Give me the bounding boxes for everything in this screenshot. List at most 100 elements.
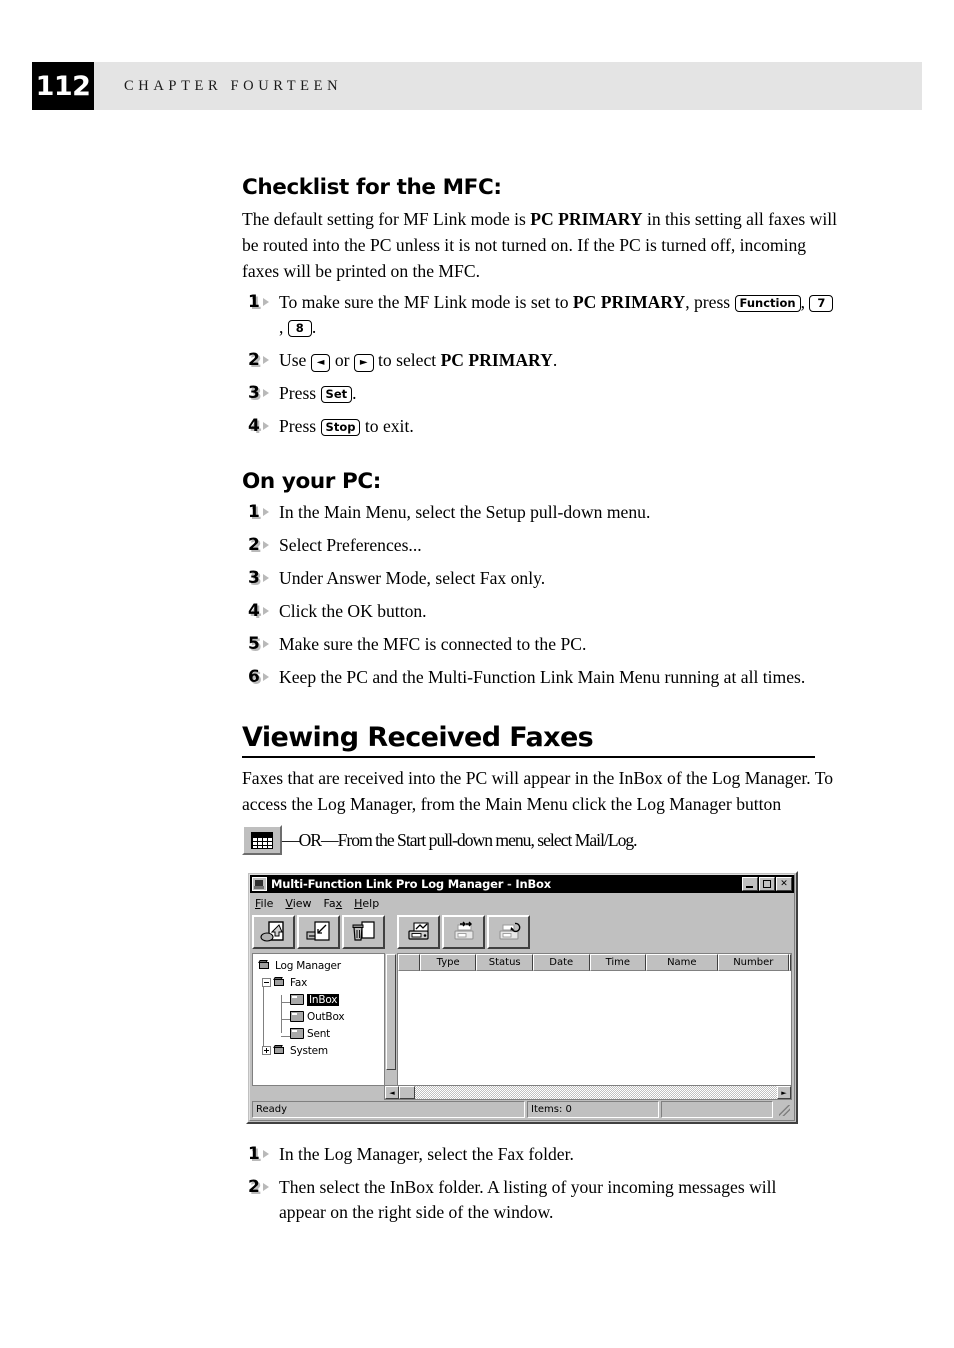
window-title-separator: - — [503, 877, 516, 891]
on-your-pc-steps: 1 In the Main Menu, select the Setup pull… — [242, 500, 842, 690]
maximize-button[interactable] — [759, 877, 775, 891]
horizontal-scrollbar[interactable]: ◄ ► — [384, 1085, 792, 1100]
horizontal-scrollbar-track[interactable] — [415, 1086, 777, 1099]
status-message: Ready — [252, 1101, 525, 1118]
menu-file[interactable]: File — [255, 897, 273, 910]
forward-fax-button[interactable] — [442, 915, 485, 949]
list-item: 1 In the Log Manager, select the Fax fold… — [242, 1142, 842, 1167]
window-title-main: Multi-Function Link Pro Log Manager — [271, 877, 504, 891]
step-text-a: To make sure the MF Link mode is set to — [279, 292, 573, 312]
step-number: 2 — [248, 533, 269, 558]
column-header-name[interactable]: Name — [646, 954, 718, 971]
tree-item-outbox[interactable]: OutBox — [256, 1008, 384, 1025]
send-fax-icon — [407, 922, 429, 940]
delete-fax-button[interactable] — [342, 915, 385, 949]
open-fax-button[interactable] — [252, 915, 295, 949]
tree-item-fax[interactable]: Fax — [256, 974, 384, 991]
tree-item-sent[interactable]: Sent — [256, 1025, 384, 1042]
step-number: 2 — [248, 1175, 269, 1200]
list-column-headers: Type Status Date Time Name Number — [398, 954, 791, 971]
scroll-left-button[interactable]: ◄ — [385, 1086, 399, 1099]
tree-item-label: OutBox — [307, 1010, 345, 1023]
step-text: In the Main Menu, select the Setup pull-… — [279, 502, 651, 522]
column-header-status[interactable]: Status — [476, 954, 533, 971]
page-content: Checklist for the MFC: The default setti… — [242, 175, 842, 855]
folder-icon — [290, 1011, 304, 1022]
tree-item-log-manager[interactable]: Log Manager — [256, 957, 384, 974]
step-sep-1: , — [800, 292, 810, 312]
resend-fax-icon — [498, 922, 520, 940]
resend-fax-button[interactable] — [487, 915, 530, 949]
statusbar: Ready Items: 0 — [252, 1101, 792, 1118]
message-list-rows[interactable] — [398, 971, 791, 1085]
column-header-number[interactable]: Number — [717, 954, 789, 971]
menu-file-post: ile — [260, 897, 274, 910]
vertical-scrollbar-thumb[interactable] — [386, 954, 396, 1070]
step-text: Make sure the MFC is connected to the PC… — [279, 634, 587, 654]
scroll-right-button[interactable]: ► — [777, 1086, 791, 1099]
step-text: Then select the InBox folder. A listing … — [279, 1177, 777, 1222]
page-number: 112 — [32, 62, 94, 110]
step-number: 2 — [248, 348, 269, 373]
log-manager-button[interactable] — [242, 825, 282, 855]
close-button[interactable]: ✕ — [776, 877, 792, 891]
column-header-time[interactable]: Time — [589, 954, 647, 971]
menu-view-hotkey: V — [285, 897, 293, 910]
list-item: 3 Press Set. — [242, 381, 842, 406]
move-fax-button[interactable] — [297, 915, 340, 949]
checklist-steps: 1 To make sure the MF Link mode is set to… — [242, 290, 842, 439]
column-header-type[interactable]: Type — [419, 954, 477, 971]
menu-help[interactable]: Help — [354, 897, 379, 910]
list-item: 5 Make sure the MFC is connected to the P… — [242, 632, 842, 657]
viewing-steps: 1 In the Log Manager, select the Fax fold… — [242, 1142, 842, 1225]
key-7: 7 — [809, 295, 834, 312]
expand-icon[interactable] — [262, 1046, 271, 1055]
step-text-b: . — [352, 383, 357, 403]
step-number: 1 — [248, 1142, 269, 1167]
step-text: Keep the PC and the Multi-Function Link … — [279, 667, 806, 687]
column-header-blank[interactable] — [398, 954, 420, 971]
heading-checklist: Checklist for the MFC: — [242, 175, 502, 200]
message-list-pane[interactable]: Type Status Date Time Name Number — [397, 953, 792, 1086]
column-header-filler[interactable] — [789, 954, 791, 971]
step-number: 3 — [248, 566, 269, 591]
system-node-icon — [258, 960, 272, 972]
minimize-button[interactable] — [742, 877, 758, 891]
step-text: Click the OK button. — [279, 601, 427, 621]
key-right-arrow: ► — [353, 354, 374, 372]
tree-item-inbox[interactable]: InBox — [256, 991, 384, 1008]
pane-splitter[interactable] — [384, 953, 397, 1086]
menu-fax[interactable]: Fax — [324, 897, 343, 910]
list-item: 4 Press Stop to exit. — [242, 414, 842, 439]
window-titlebar[interactable]: Multi-Function Link Pro Log Manager - In… — [250, 875, 794, 893]
folder-tree-pane[interactable]: Log Manager Fax InBox OutBox Sent System — [252, 953, 384, 1086]
horizontal-scrollbar-thumb[interactable] — [399, 1086, 415, 1099]
step-text-b: , press — [685, 292, 735, 312]
collapse-icon[interactable] — [262, 978, 271, 987]
page-header: 112 CHAPTER FOURTEEN — [32, 62, 922, 110]
list-item: 2 Then select the InBox folder. A listing… — [242, 1175, 819, 1225]
tree-item-label: InBox — [307, 993, 340, 1006]
window-title: Multi-Function Link Pro Log Manager - In… — [271, 877, 742, 891]
tree-item-label: Log Manager — [275, 959, 341, 972]
checklist-paragraph-part1: The default setting for MF Link mode is — [242, 209, 531, 229]
resize-grip-icon[interactable] — [775, 1101, 792, 1118]
column-header-date[interactable]: Date — [532, 954, 590, 971]
step-number: 6 — [248, 665, 269, 690]
list-item: 4 Click the OK button. — [242, 599, 842, 624]
menubar: File View Fax Help — [251, 895, 379, 912]
menu-view[interactable]: View — [285, 897, 311, 910]
tree-item-system[interactable]: System — [256, 1042, 384, 1059]
step-text-a: Press — [279, 383, 321, 403]
or-start-menu-text: —OR—From the Start pull-down menu, selec… — [282, 829, 638, 850]
step-number: 4 — [248, 414, 269, 439]
step-text-c: to select — [373, 350, 441, 370]
key-set: Set — [320, 386, 353, 403]
folder-icon — [290, 994, 304, 1005]
step-text: In the Log Manager, select the Fax folde… — [279, 1144, 574, 1164]
heading-viewing-received-faxes: Viewing Received Faxes — [242, 722, 594, 753]
toolbar — [252, 913, 792, 951]
send-fax-button[interactable] — [397, 915, 440, 949]
log-manager-window: Multi-Function Link Pro Log Manager - In… — [246, 871, 798, 1124]
step-bold-a: PC PRIMARY — [440, 350, 553, 370]
